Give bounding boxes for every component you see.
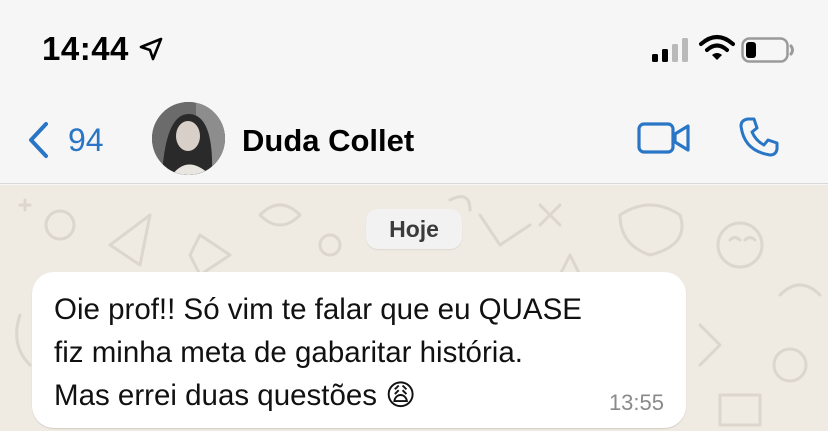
message-line: Oie prof!! Só vim te falar que eu QUASE <box>54 293 582 326</box>
status-bar: 14:44 <box>0 0 828 92</box>
battery-icon <box>741 37 794 63</box>
message-bubble[interactable]: Oie prof!! Só vim te falar que eu QUASE … <box>32 272 686 428</box>
chevron-left-icon[interactable] <box>26 120 50 160</box>
status-time: 14:44 <box>42 30 129 67</box>
avatar-photo <box>152 102 225 175</box>
back-unread-count[interactable]: 94 <box>68 122 104 159</box>
avatar[interactable] <box>152 102 225 175</box>
phone-icon[interactable] <box>738 116 780 158</box>
location-arrow-icon <box>139 37 163 61</box>
chat-header: 94 Duda Collet <box>0 92 828 184</box>
cellular-signal-icon <box>652 38 688 62</box>
message-timestamp: 13:55 <box>608 390 664 415</box>
contact-name[interactable]: Duda Collet <box>242 123 414 159</box>
message-line: Mas errei duas questões 😩 <box>54 379 416 412</box>
wifi-icon <box>699 35 735 60</box>
video-call-icon[interactable] <box>637 121 691 155</box>
date-separator: Hoje <box>366 209 462 249</box>
message-text: Oie prof!! Só vim te falar que eu QUASE … <box>54 288 674 417</box>
message-line: fiz minha meta de gabaritar história. <box>54 336 523 369</box>
chat-area[interactable]: Hoje Oie prof!! Só vim te falar que eu Q… <box>0 185 828 431</box>
